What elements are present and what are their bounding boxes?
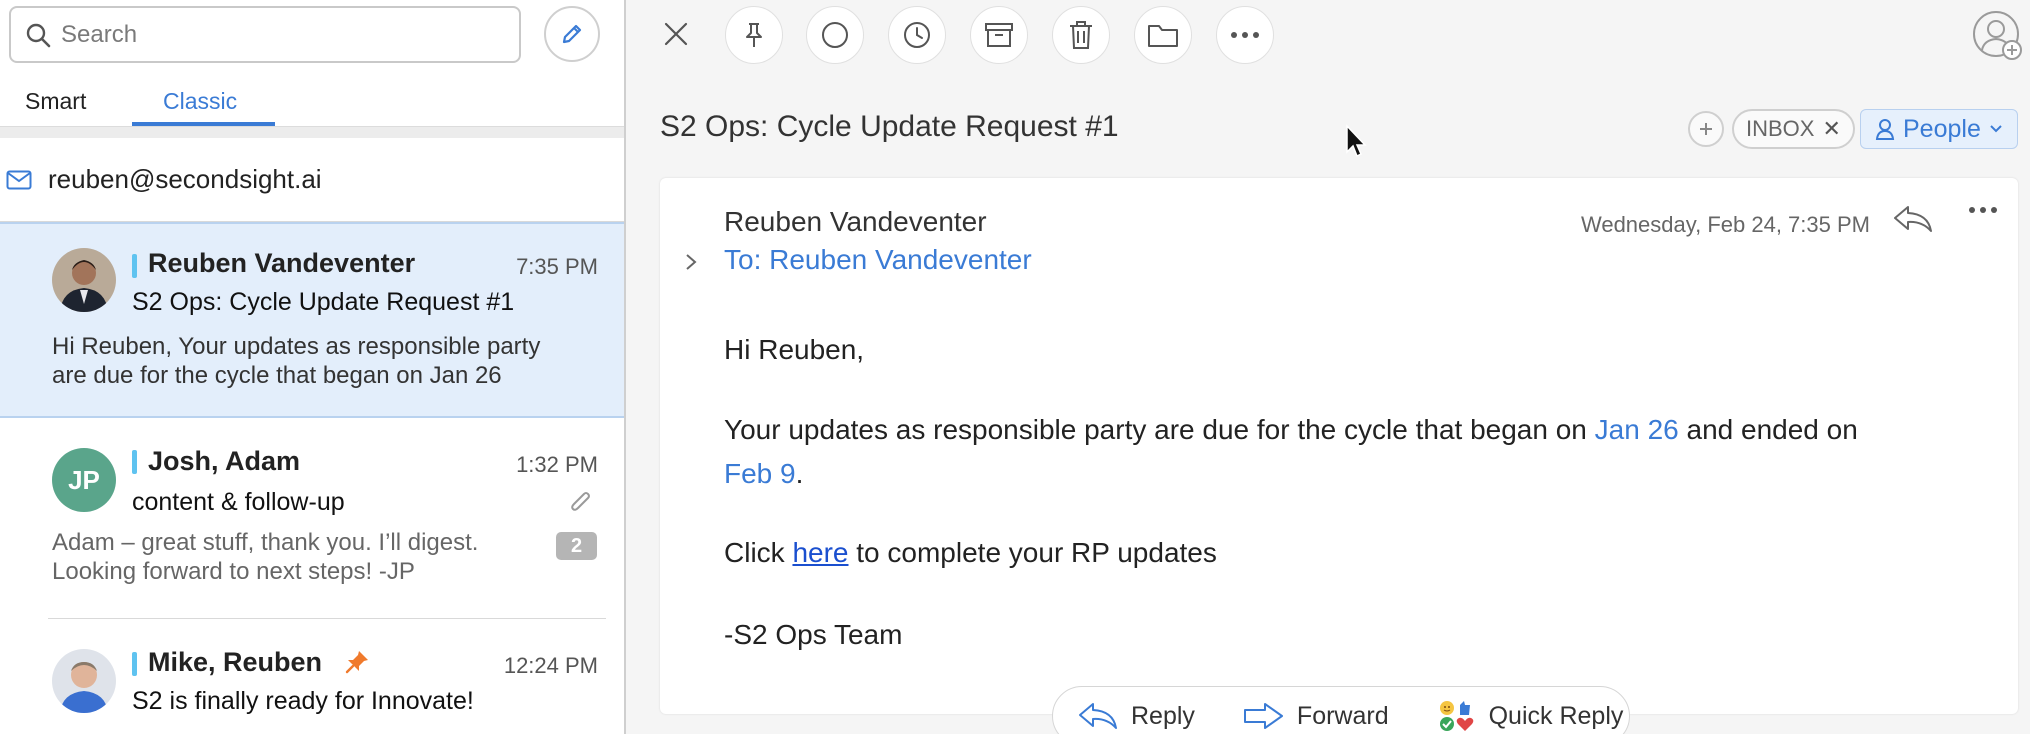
reply-icon[interactable] [1892, 204, 1934, 234]
message-time: 12:24 PM [503, 653, 598, 678]
message-list-pane: Search Smart Classic reuben@secondsight.… [0, 0, 626, 734]
date-link[interactable]: Jan 26 [1595, 414, 1679, 445]
inbox-tag-chip[interactable]: INBOX ✕ [1732, 109, 1855, 149]
date-link[interactable]: Feb 9 [724, 458, 796, 489]
forward-icon [1243, 703, 1283, 729]
contact-profile-button[interactable] [1972, 10, 2024, 67]
search-field[interactable]: Search [9, 6, 521, 63]
plus-icon [1700, 123, 1712, 135]
emoji-reactions-icon [1439, 701, 1473, 731]
quick-reply-label: Quick Reply [1488, 701, 1624, 730]
pin-icon [345, 651, 368, 674]
more-actions-button[interactable] [1216, 6, 1274, 64]
account-email: reuben@secondsight.ai [48, 164, 322, 194]
compose-button[interactable] [544, 6, 600, 62]
delete-button[interactable] [1052, 6, 1110, 64]
pin-button[interactable] [725, 6, 783, 64]
chevron-down-icon [1990, 125, 2002, 133]
pencil-icon [562, 24, 582, 44]
email-recipients[interactable]: To: Reuben Vandeventer [724, 244, 1032, 276]
reply-label: Reply [1131, 701, 1195, 730]
paragraph-text: Click [724, 537, 793, 568]
tab-classic[interactable]: Classic [163, 88, 237, 115]
message-sender: Mike, Reuben [148, 647, 323, 677]
people-label: People [1903, 114, 1981, 143]
reply-button[interactable]: Reply [1053, 692, 1219, 734]
tag-label: INBOX [1746, 116, 1815, 141]
preview-line: Adam – great stuff, thank you. I’ll dige… [52, 529, 479, 556]
archive-icon [985, 23, 1013, 47]
avatar: JP [52, 448, 116, 512]
paragraph-text: . [795, 458, 804, 489]
mail-icon [6, 170, 32, 189]
message-list-item[interactable]: Reuben Vandeventer 7:35 PM S2 Ops: Cycle… [0, 222, 624, 418]
thread-title: S2 Ops: Cycle Update Request #1 [660, 110, 1119, 143]
preview-line: Looking forward to next steps! -JP [52, 558, 415, 585]
unread-indicator [132, 652, 137, 676]
more-icon [1231, 32, 1259, 38]
chevron-right-icon[interactable] [684, 252, 698, 272]
reply-actions-bar: Reply Forward Quick Reply [1052, 686, 1630, 734]
email-paragraph: Click here to complete your RP updates [724, 531, 1217, 575]
avatar [52, 248, 116, 312]
add-tag-button[interactable] [1688, 111, 1724, 147]
email-paragraph: Your updates as responsible party are du… [724, 408, 1858, 496]
search-input[interactable]: Search [61, 21, 137, 49]
quick-reply-button[interactable]: Quick Reply [1413, 692, 1648, 734]
message-subject: S2 Ops: Cycle Update Request #1 [132, 288, 515, 316]
message-sender: Reuben Vandeventer [148, 248, 416, 278]
forward-button[interactable]: Forward [1219, 692, 1413, 734]
more-icon[interactable] [1968, 206, 1998, 214]
reading-pane: S2 Ops: Cycle Update Request #1 INBOX ✕ … [628, 0, 2030, 734]
email-message-card: Reuben Vandeventer Wednesday, Feb 24, 7:… [660, 178, 2018, 714]
preview-line: are due for the cycle that began on Jan … [52, 362, 502, 389]
person-icon [1875, 119, 1895, 140]
people-button[interactable]: People [1860, 109, 2018, 149]
paperclip-icon [571, 492, 590, 511]
preview-line: Hi Reuben, Your updates as responsible p… [52, 333, 541, 360]
unread-indicator [132, 450, 137, 474]
circle-icon [822, 22, 848, 48]
snooze-button[interactable] [888, 6, 946, 64]
account-header[interactable]: reuben@secondsight.ai [0, 138, 624, 222]
message-subject: S2 is finally ready for Innovate! [132, 687, 474, 715]
tab-smart[interactable]: Smart [25, 88, 86, 115]
message-time: 1:32 PM [516, 452, 598, 477]
email-sender[interactable]: Reuben Vandeventer [724, 206, 987, 238]
archive-button[interactable] [970, 6, 1028, 64]
avatar [52, 649, 116, 713]
email-signoff: -S2 Ops Team [724, 619, 903, 650]
trash-icon [1070, 21, 1092, 49]
search-icon [26, 23, 51, 47]
remove-tag-icon[interactable]: ✕ [1822, 116, 1840, 142]
email-greeting: Hi Reuben, [724, 334, 865, 365]
message-list-item[interactable]: Mike, Reuben 12:24 PM S2 is finally read… [0, 619, 624, 734]
close-button[interactable] [656, 14, 696, 54]
tabs-divider [0, 126, 624, 138]
paragraph-text: to complete your RP updates [848, 537, 1217, 568]
message-preview: Adam – great stuff, thank you. I’ll dige… [52, 528, 552, 586]
message-preview: Hi Reuben, Your updates as responsible p… [52, 332, 612, 390]
mark-unread-button[interactable] [806, 6, 864, 64]
folder-icon [1148, 25, 1178, 47]
message-list-item[interactable]: JP Josh, Adam 1:32 PM content & follow-u… [0, 418, 624, 618]
email-date: Wednesday, Feb 24, 7:35 PM [1580, 212, 1870, 237]
message-sender: Josh, Adam [148, 446, 301, 476]
unread-indicator [132, 254, 137, 278]
close-icon [664, 22, 688, 46]
move-to-folder-button[interactable] [1134, 6, 1192, 64]
reply-icon [1079, 703, 1117, 729]
clock-icon [904, 22, 930, 48]
pin-icon [746, 23, 762, 47]
here-link[interactable]: here [792, 537, 848, 568]
paragraph-text: Your updates as responsible party are du… [724, 414, 1595, 445]
add-person-icon [1973, 11, 2022, 60]
thread-count-badge: 2 [556, 532, 597, 560]
paragraph-text: and ended on [1678, 414, 1858, 445]
message-subject: content & follow-up [132, 488, 345, 516]
forward-label: Forward [1296, 701, 1389, 730]
folder-tabs: Smart Classic [0, 78, 624, 126]
mouse-cursor-icon [1346, 124, 1367, 158]
message-time: 7:35 PM [516, 254, 598, 279]
